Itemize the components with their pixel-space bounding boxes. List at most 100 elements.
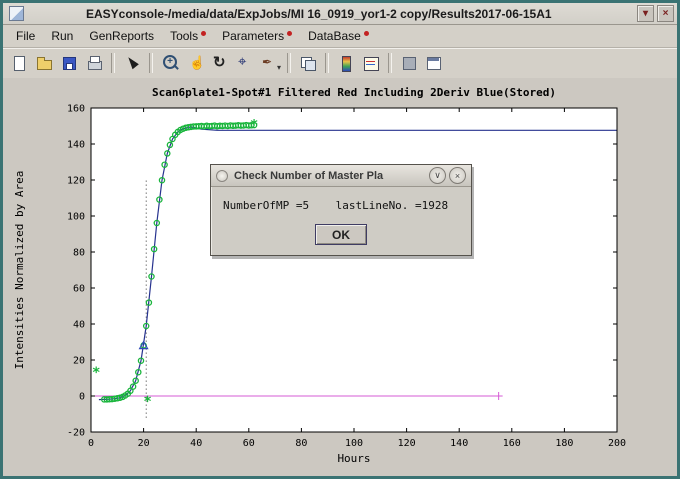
pan-hand-button[interactable]	[183, 51, 207, 75]
x-tick-label: 180	[555, 438, 573, 449]
y-tick-label: 100	[67, 212, 85, 223]
print-button[interactable]	[82, 51, 106, 75]
edit-arrow-button[interactable]	[120, 51, 144, 75]
y-tick-label: 120	[67, 176, 85, 187]
menu-tools[interactable]: Tools	[163, 26, 215, 46]
red-dot-icon	[201, 31, 206, 36]
rotate-icon	[211, 54, 229, 72]
toolbar-separator	[325, 53, 329, 73]
star-marker: *	[143, 394, 151, 410]
app-icon[interactable]	[9, 6, 24, 21]
y-axis-label: Intensities Normalized by Area	[13, 171, 26, 370]
plot-canvas[interactable]: ***020406080100120140160180200-200204060…	[3, 78, 677, 476]
star-marker: *	[92, 365, 100, 381]
hide-plot-tools-button[interactable]	[397, 51, 421, 75]
insert-colorbar-button[interactable]	[334, 51, 358, 75]
new-file-button[interactable]	[7, 51, 31, 75]
check-master-plates-dialog: Check Number of Master Pla ∨ × NumberOfM…	[210, 164, 472, 256]
x-tick-label: 20	[138, 438, 150, 449]
x-tick-label: 140	[450, 438, 468, 449]
x-tick-label: 160	[503, 438, 521, 449]
minimize-icon: ▾	[643, 8, 648, 19]
red-dot-icon	[364, 31, 369, 36]
menu-label: Tools	[170, 29, 198, 43]
y-tick-label: -20	[67, 428, 85, 439]
close-icon: ×	[455, 171, 460, 181]
data-cursor-icon	[236, 54, 254, 72]
edit-arrow-icon	[123, 54, 141, 72]
titlebar[interactable]: EASYconsole-/media/data/ExpJobs/MI 16_09…	[3, 3, 677, 25]
link-plot-icon	[299, 54, 317, 72]
x-tick-label: 200	[608, 438, 626, 449]
red-dot-icon	[287, 31, 292, 36]
dialog-body: NumberOfMP =5 lastLineNo. =1928 OK	[211, 187, 471, 255]
menu-database[interactable]: DataBase	[301, 26, 378, 46]
x-tick-label: 100	[345, 438, 363, 449]
insert-colorbar-icon	[337, 54, 355, 72]
save-button[interactable]	[57, 51, 81, 75]
insert-legend-icon	[362, 54, 380, 72]
save-icon	[60, 54, 78, 72]
x-tick-label: 120	[398, 438, 416, 449]
window-title: EASYconsole-/media/data/ExpJobs/MI 16_09…	[86, 7, 552, 21]
link-plot-button[interactable]	[296, 51, 320, 75]
menu-label: GenReports	[89, 29, 154, 43]
pan-hand-icon	[186, 54, 204, 72]
menu-run[interactable]: Run	[44, 26, 82, 46]
toolbar-separator	[111, 53, 115, 73]
brush-icon	[261, 54, 279, 72]
dialog-close-button[interactable]: ×	[449, 167, 466, 184]
menu-label: Parameters	[222, 29, 284, 43]
show-plot-tools-button[interactable]	[422, 51, 446, 75]
print-icon	[85, 54, 103, 72]
new-file-icon	[10, 54, 28, 72]
dialog-button-row: OK	[223, 224, 459, 245]
open-folder-icon	[35, 54, 53, 72]
toolbar-separator	[149, 53, 153, 73]
x-tick-label: 80	[295, 438, 307, 449]
menu-label: DataBase	[308, 29, 361, 43]
menu-file[interactable]: File	[9, 26, 44, 46]
hide-plot-tools-icon	[400, 54, 418, 72]
x-axis-label: Hours	[337, 452, 370, 465]
y-tick-label: 160	[67, 104, 85, 115]
dialog-message: NumberOfMP =5 lastLineNo. =1928	[223, 199, 459, 212]
insert-legend-button[interactable]	[359, 51, 383, 75]
star-marker: *	[250, 118, 258, 134]
toolbar-separator	[287, 53, 291, 73]
close-icon: ×	[663, 8, 669, 19]
x-tick-label: 40	[190, 438, 202, 449]
menu-parameters[interactable]: Parameters	[215, 26, 301, 46]
dialog-titlebar[interactable]: Check Number of Master Pla ∨ ×	[211, 165, 471, 187]
window-controls: ▾ ×	[637, 5, 674, 22]
dialog-collapse-button[interactable]: ∨	[429, 167, 446, 184]
chevron-down-icon: ∨	[434, 170, 441, 181]
close-button[interactable]: ×	[657, 5, 674, 22]
show-plot-tools-icon	[425, 54, 443, 72]
dialog-title: Check Number of Master Pla	[234, 170, 426, 182]
figure-area: ***020406080100120140160180200-200204060…	[3, 78, 677, 476]
y-tick-label: 80	[73, 248, 85, 259]
minimize-button[interactable]: ▾	[637, 5, 654, 22]
toolbar-separator	[388, 53, 392, 73]
y-tick-label: 60	[73, 284, 85, 295]
menu-genreports[interactable]: GenReports	[82, 26, 163, 46]
y-tick-label: 140	[67, 140, 85, 151]
data-cursor-button[interactable]	[233, 51, 257, 75]
x-tick-label: 60	[243, 438, 255, 449]
zoom-in-button[interactable]	[158, 51, 182, 75]
brush-button[interactable]	[258, 51, 282, 75]
y-tick-label: 40	[73, 320, 85, 331]
zoom-in-icon	[161, 54, 179, 72]
menu-label: Run	[51, 29, 73, 43]
open-folder-button[interactable]	[32, 51, 56, 75]
chart-title: Scan6plate1-Spot#1 Filtered Red Includin…	[152, 86, 556, 99]
y-tick-label: 0	[79, 392, 85, 403]
y-tick-label: 20	[73, 356, 85, 367]
rotate-button[interactable]	[208, 51, 232, 75]
menu-label: File	[16, 29, 35, 43]
x-tick-label: 0	[88, 438, 94, 449]
ok-button[interactable]: OK	[315, 224, 367, 245]
menubar: File Run GenReports Tools Parameters DataBase	[3, 25, 677, 48]
toolbar	[3, 48, 677, 79]
